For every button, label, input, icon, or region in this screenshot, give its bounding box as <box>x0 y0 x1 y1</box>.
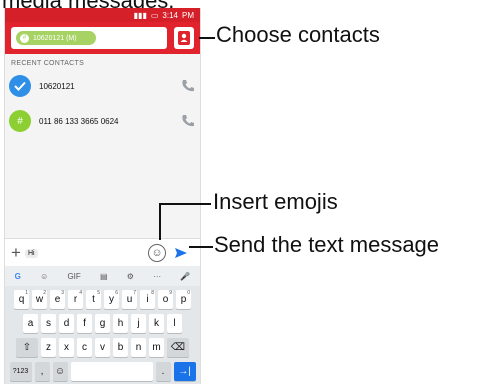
key-u[interactable]: u7 <box>122 290 137 309</box>
sticker-icon[interactable]: ☺ <box>40 272 48 281</box>
symbols-key[interactable]: ?123 <box>9 362 32 381</box>
callout-insert-emojis: Insert emojis <box>213 189 338 214</box>
recent-contacts-header: RECENT CONTACTS <box>11 60 85 67</box>
callout-line-emoji-horizontal <box>159 203 211 205</box>
contacts-icon <box>178 31 190 45</box>
attach-plus-icon[interactable]: + <box>11 243 21 263</box>
contact-row[interactable]: 10620121 <box>9 74 196 98</box>
mic-icon[interactable]: 🎤 <box>180 272 190 281</box>
key-t[interactable]: t5 <box>86 290 101 309</box>
hash-avatar: # <box>9 110 31 132</box>
key-z[interactable]: z <box>41 338 56 357</box>
status-time: 3:14 <box>162 10 178 20</box>
keyboard-suggestion-bar: G ☺ GIF ▤ ⚙ ··· 🎤 <box>5 266 200 286</box>
status-bar: ▮▮▮ ▭ 3:14 PM <box>5 8 200 22</box>
call-icon[interactable] <box>180 78 196 94</box>
call-icon[interactable] <box>180 113 196 129</box>
key-b[interactable]: b <box>113 338 128 357</box>
gif-icon[interactable]: GIF <box>67 272 80 281</box>
key-c[interactable]: c <box>77 338 92 357</box>
callout-send-message: Send the text message <box>214 232 440 257</box>
choose-contacts-button[interactable] <box>174 27 194 49</box>
recipient-chip-icon: # <box>20 33 29 43</box>
message-composer: + Hi ☺ <box>5 238 200 267</box>
key-q[interactable]: q1 <box>14 290 29 309</box>
send-icon[interactable] <box>173 245 189 261</box>
battery-icon: ▭ <box>150 10 159 20</box>
callout-line-emoji-vertical <box>159 203 161 240</box>
callout-line-send <box>189 246 213 248</box>
check-icon <box>9 75 31 97</box>
contact-row[interactable]: # 011 86 133 3665 0624 <box>9 109 196 133</box>
key-a[interactable]: a <box>23 314 38 333</box>
key-j[interactable]: j <box>131 314 146 333</box>
emoji-key-icon[interactable]: ☺ <box>52 362 68 381</box>
settings-icon[interactable]: ⚙ <box>127 272 134 281</box>
key-f[interactable]: f <box>77 314 92 333</box>
keyboard: q1w2e3r4t5y6u7i8o9p0 asdfghjkl ⇧ zxcvbnm… <box>5 286 200 384</box>
recipient-chip[interactable]: # 10620121 (M) <box>16 31 96 45</box>
key-s[interactable]: s <box>41 314 56 333</box>
key-g[interactable]: g <box>95 314 110 333</box>
key-m[interactable]: m <box>149 338 164 357</box>
key-o[interactable]: o9 <box>158 290 173 309</box>
key-k[interactable]: k <box>149 314 164 333</box>
enter-key-icon[interactable]: →| <box>173 362 196 381</box>
period-key[interactable]: . <box>155 362 171 381</box>
clipboard-icon[interactable]: ▤ <box>100 272 108 281</box>
key-d[interactable]: d <box>59 314 74 333</box>
key-h[interactable]: h <box>113 314 128 333</box>
status-ampm: PM <box>182 10 194 20</box>
keyboard-row-4: ?123 , ☺ . →| <box>5 362 200 381</box>
recent-contacts-panel: RECENT CONTACTS 10620121 # 011 86 133 36… <box>5 54 200 238</box>
keyboard-row-1: q1w2e3r4t5y6u7i8o9p0 <box>5 290 200 309</box>
callout-line-contacts <box>199 37 215 39</box>
keyboard-row-3: ⇧ zxcvbnm ⌫ <box>5 338 200 357</box>
key-e[interactable]: e3 <box>50 290 65 309</box>
shift-key[interactable]: ⇧ <box>16 338 38 357</box>
callout-choose-contacts: Choose contacts <box>216 22 380 47</box>
key-l[interactable]: l <box>167 314 182 333</box>
keyboard-row-2: asdfghjkl <box>5 314 200 333</box>
key-p[interactable]: p0 <box>176 290 191 309</box>
more-icon[interactable]: ··· <box>153 272 161 281</box>
signal-icon: ▮▮▮ <box>133 10 147 20</box>
comma-key[interactable]: , <box>34 362 50 381</box>
backspace-key[interactable]: ⌫ <box>167 338 189 357</box>
message-input[interactable]: Hi <box>24 248 38 258</box>
key-w[interactable]: w2 <box>32 290 47 309</box>
recipient-field[interactable]: # 10620121 (M) <box>11 27 167 49</box>
contact-number: 10620121 <box>39 81 75 91</box>
contact-number: 011 86 133 3665 0624 <box>39 116 119 126</box>
space-key[interactable] <box>70 362 153 381</box>
key-x[interactable]: x <box>59 338 74 357</box>
key-y[interactable]: y6 <box>104 290 119 309</box>
recipient-chip-label: 10620121 (M) <box>33 34 77 42</box>
key-n[interactable]: n <box>131 338 146 357</box>
key-r[interactable]: r4 <box>68 290 83 309</box>
key-v[interactable]: v <box>95 338 110 357</box>
phone-screen: ▮▮▮ ▭ 3:14 PM # 10620121 (M) RECENT CONT… <box>4 8 201 384</box>
emoji-icon[interactable]: ☺ <box>148 244 166 262</box>
google-icon[interactable]: G <box>15 272 21 281</box>
app-bar: # 10620121 (M) <box>5 22 200 54</box>
keyboard-row-3-letters: zxcvbnm <box>41 338 164 357</box>
callouts: Choose contacts Insert emojis Send the t… <box>159 0 499 384</box>
key-i[interactable]: i8 <box>140 290 155 309</box>
